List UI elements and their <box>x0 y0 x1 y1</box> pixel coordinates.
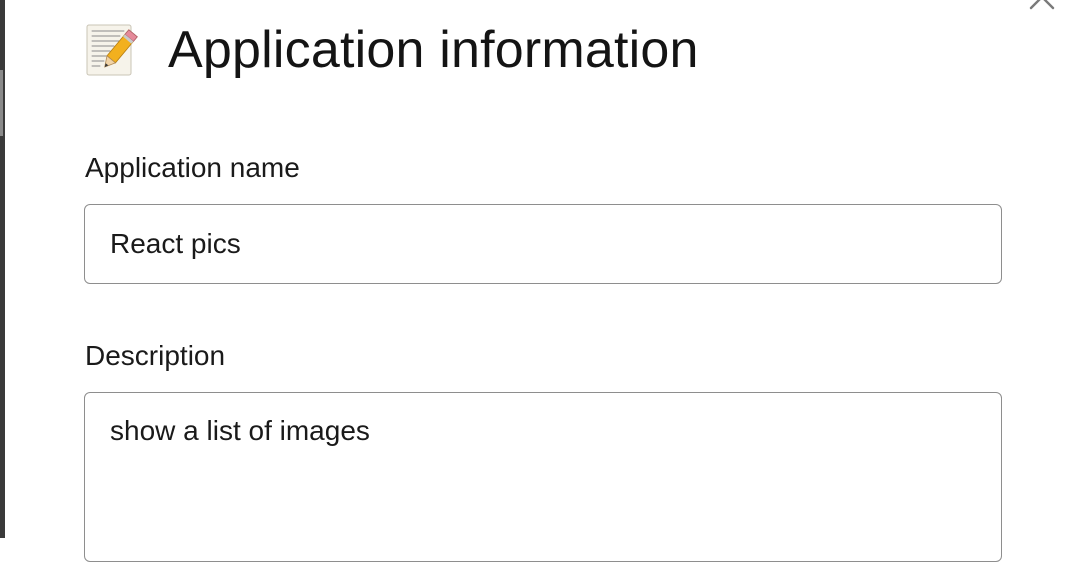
dialog-title: Application information <box>168 21 699 79</box>
backdrop-divider <box>0 70 3 136</box>
close-button[interactable] <box>1022 0 1062 16</box>
description-textarea[interactable]: show a list of images <box>84 392 1002 562</box>
close-icon <box>1029 0 1055 10</box>
description-label: Description <box>85 340 226 371</box>
memo-icon <box>86 24 138 76</box>
application-name-value: React pics <box>110 228 241 259</box>
dialog-header: Application information <box>84 18 699 82</box>
description-value: show a list of images <box>110 415 370 446</box>
application-name-input[interactable]: React pics <box>84 204 1002 284</box>
application-name-label: Application name <box>85 152 300 183</box>
